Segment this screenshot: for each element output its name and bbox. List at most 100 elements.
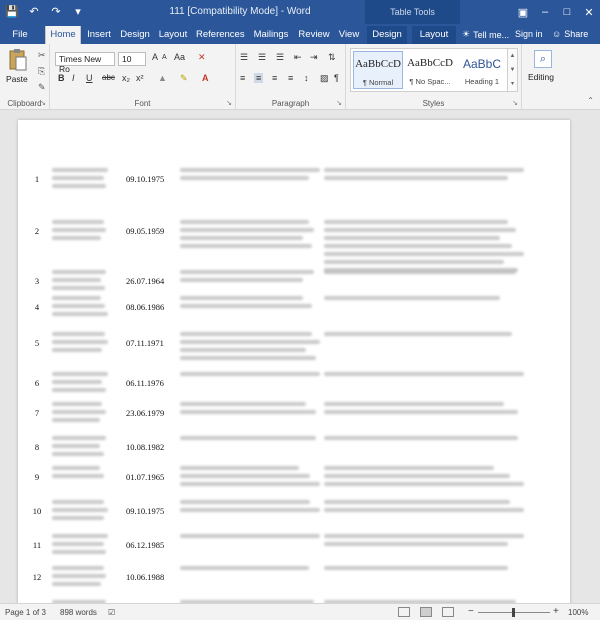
paragraph-launcher-icon[interactable]: ↘	[336, 99, 342, 107]
sort-icon[interactable]: ⇅	[328, 52, 336, 63]
undo-icon[interactable]: ↶	[26, 3, 42, 19]
text-effects-icon[interactable]: ▲	[158, 73, 167, 83]
full-name-cell	[52, 296, 108, 320]
redacted-text	[324, 500, 510, 504]
collapse-ribbon-icon[interactable]: ⌃	[587, 96, 594, 105]
redacted-text	[324, 260, 504, 264]
address-cell	[180, 296, 320, 312]
maximize-icon[interactable]: □	[556, 0, 578, 24]
page-count[interactable]: Page 1 of 3	[5, 608, 46, 617]
info-cell	[324, 566, 524, 574]
tab-view[interactable]: View	[336, 26, 362, 44]
numbering-icon[interactable]: ☰	[258, 52, 266, 63]
redacted-text	[52, 436, 107, 440]
sign-in-link[interactable]: Sign in	[515, 29, 543, 39]
full-name-cell	[52, 332, 108, 356]
bold-button[interactable]: B	[58, 73, 65, 83]
lightbulb-icon: ☀	[462, 29, 471, 39]
tab-design[interactable]: Design	[118, 26, 152, 44]
web-layout-icon[interactable]	[442, 607, 454, 617]
paste-button[interactable]: Paste	[6, 74, 28, 84]
zoom-thumb[interactable]	[512, 608, 515, 617]
superscript-button[interactable]: x²	[136, 73, 144, 83]
cut-icon[interactable]: ✂	[38, 50, 46, 61]
bullets-icon[interactable]: ☰	[240, 52, 248, 63]
redacted-text	[180, 228, 315, 232]
proofing-icon[interactable]: ☑	[108, 608, 115, 617]
birth-date: 08.06.1986	[126, 302, 165, 312]
style-name: ¶ No Spac...	[409, 77, 451, 86]
tab-mailings[interactable]: Mailings	[251, 26, 291, 44]
pilcrow-icon[interactable]: ¶	[334, 73, 339, 83]
ribbon-tabs: File Home Insert Design Layout Reference…	[0, 24, 600, 44]
redacted-text	[180, 348, 306, 352]
italic-button[interactable]: I	[72, 73, 75, 83]
shading-icon[interactable]: ▨	[320, 73, 329, 84]
clear-formatting-icon[interactable]: ✕	[198, 52, 206, 63]
tab-table-layout[interactable]: Layout	[412, 26, 456, 44]
font-size-box[interactable]: 10	[118, 52, 146, 66]
underline-button[interactable]: U	[86, 73, 93, 83]
format-painter-icon[interactable]: ✎	[38, 82, 46, 93]
decrease-indent-icon[interactable]: ⇤	[294, 52, 302, 63]
tab-review[interactable]: Review	[297, 26, 331, 44]
row-number: 4	[34, 302, 40, 312]
minimize-icon[interactable]: –	[534, 0, 556, 24]
increase-indent-icon[interactable]: ⇥	[310, 52, 318, 63]
redacted-text	[180, 482, 320, 486]
copy-icon[interactable]: ⎘	[38, 66, 45, 77]
save-icon[interactable]: 💾	[4, 3, 20, 19]
redo-icon[interactable]: ↷	[48, 3, 64, 19]
clipboard-launcher-icon[interactable]: ↘	[40, 99, 46, 107]
find-icon[interactable]: ⌕	[534, 50, 552, 68]
tab-table-design[interactable]: Design	[367, 26, 407, 44]
strikethrough-button[interactable]: abc	[102, 73, 115, 82]
tab-home[interactable]: Home	[45, 26, 81, 44]
style-normal[interactable]: AaBbCcD ¶ Normal	[353, 51, 403, 89]
redacted-text	[52, 410, 107, 414]
font-group: Times New Ro 10 A A Aa ✕ B I U abc x₂ x²…	[50, 44, 236, 110]
zoom-in-icon[interactable]: +	[553, 606, 559, 617]
close-icon[interactable]: ✕	[578, 0, 600, 24]
read-mode-icon[interactable]	[398, 607, 410, 617]
grow-font-button[interactable]: A	[152, 52, 158, 62]
align-left-icon[interactable]: ≡	[240, 73, 245, 83]
print-layout-icon[interactable]	[420, 607, 432, 617]
styles-scroll[interactable]: ▲ ▼ ▾	[508, 48, 518, 92]
style-heading-1[interactable]: AaBbC Heading 1	[457, 51, 507, 89]
row-number: 10	[32, 506, 42, 516]
styles-launcher-icon[interactable]: ↘	[512, 99, 518, 107]
style-no-spacing[interactable]: AaBbCcD ¶ No Spac...	[405, 51, 455, 89]
redacted-text	[324, 252, 524, 256]
paste-icon[interactable]	[8, 48, 28, 72]
font-color-icon[interactable]: A	[202, 73, 209, 83]
redacted-text	[324, 436, 518, 440]
share-button[interactable]: ☺ Share	[552, 29, 588, 39]
align-center-icon[interactable]: ≡	[254, 73, 264, 83]
font-name-box[interactable]: Times New Ro	[55, 52, 115, 74]
redacted-text	[324, 270, 516, 274]
tab-references[interactable]: References	[196, 26, 245, 44]
info-cell	[324, 402, 524, 418]
change-case-button[interactable]: Aa	[174, 52, 185, 62]
align-right-icon[interactable]: ≡	[272, 73, 277, 83]
multilevel-list-icon[interactable]: ☰	[276, 52, 284, 63]
tab-layout[interactable]: Layout	[157, 26, 189, 44]
zoom-level[interactable]: 100%	[568, 608, 588, 617]
zoom-out-icon[interactable]: −	[468, 606, 474, 617]
subscript-button[interactable]: x₂	[122, 73, 130, 83]
redacted-text	[52, 466, 100, 470]
restore-icon[interactable]: ▣	[512, 0, 534, 24]
highlight-icon[interactable]: ✎	[180, 73, 188, 84]
info-cell	[324, 220, 524, 276]
justify-icon[interactable]: ≡	[288, 73, 293, 83]
tab-file[interactable]: File	[6, 26, 34, 44]
font-launcher-icon[interactable]: ↘	[226, 99, 232, 107]
line-spacing-icon[interactable]: ↕	[304, 73, 309, 83]
tab-insert[interactable]: Insert	[84, 26, 114, 44]
customize-icon[interactable]: ▾	[70, 3, 86, 19]
editing-button[interactable]: Editing	[528, 72, 554, 82]
shrink-font-button[interactable]: A	[162, 54, 167, 61]
word-count[interactable]: 898 words	[60, 608, 97, 617]
tell-me-box[interactable]: ☀ Tell me...	[462, 29, 509, 40]
